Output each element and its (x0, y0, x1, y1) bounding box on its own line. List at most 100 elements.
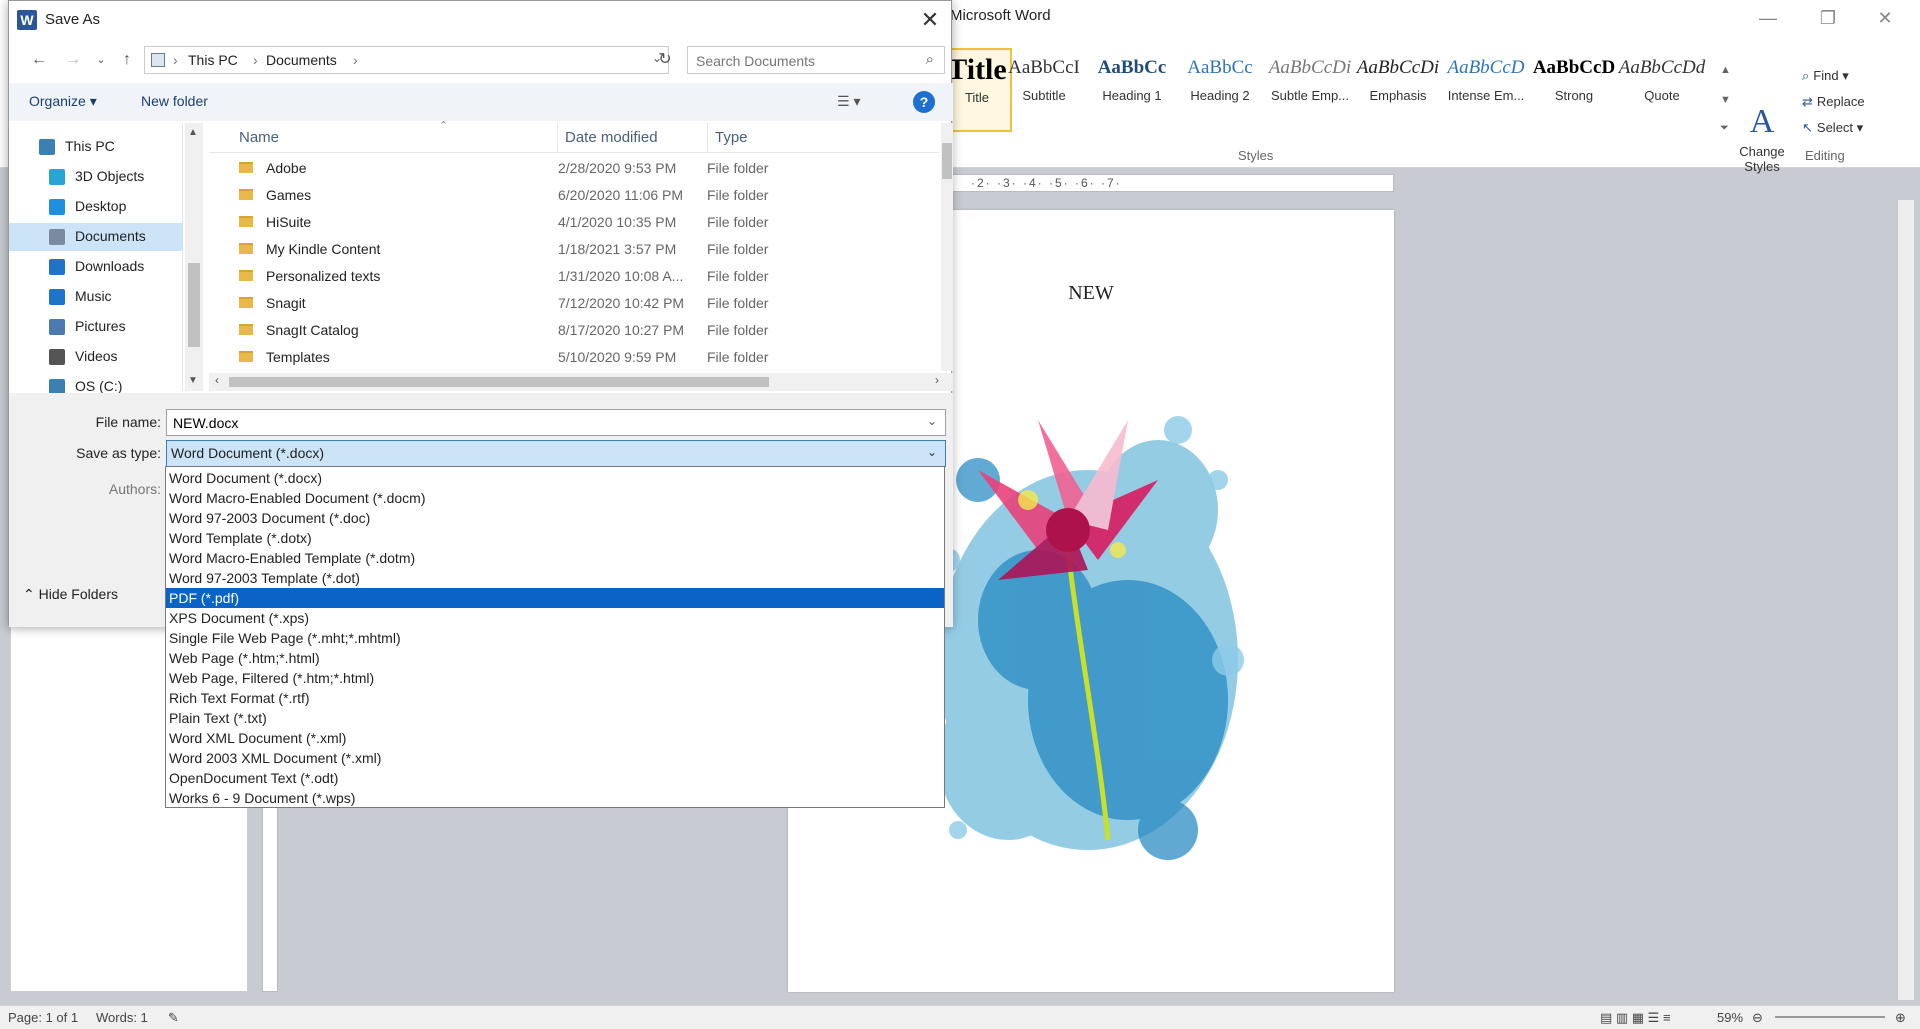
save-type-option[interactable]: Word Macro-Enabled Document (*.docm) (166, 488, 944, 508)
save-as-type-chevron-icon[interactable]: ⌄ (927, 445, 937, 459)
find-button[interactable]: ⌕ Find ▾ (1802, 68, 1849, 84)
gallery-more-icon[interactable]: ⏷ (1720, 122, 1729, 135)
zoom-in-icon[interactable]: ⊕ (1895, 1010, 1906, 1026)
scroll-up-icon[interactable]: ▲ (188, 127, 198, 138)
scroll-right-icon[interactable]: › (935, 373, 939, 387)
breadcrumb-documents[interactable]: Documents (266, 52, 337, 68)
style-subtitle[interactable]: AaBbCcI Subtitle (1000, 48, 1088, 132)
table-row[interactable]: Personalized texts 1/31/2020 10:08 A... Fi… (209, 263, 939, 290)
style-emphasis[interactable]: AaBbCcDi Emphasis (1354, 48, 1442, 132)
file-list-vscrollbar[interactable] (941, 123, 953, 371)
recent-locations-chevron-icon[interactable]: ⌄ (89, 49, 113, 71)
word-close-icon[interactable]: ✕ (1862, 4, 1908, 32)
file-name-input[interactable] (173, 413, 903, 432)
word-count[interactable]: Words: 1 (96, 1010, 148, 1025)
scroll-left-icon[interactable]: ‹ (215, 373, 219, 387)
help-icon[interactable]: ? (913, 91, 935, 113)
save-type-option[interactable]: Works 6 - 9 Document (*.wps) (166, 788, 944, 808)
gallery-scroll-down-icon[interactable]: ▼ (1720, 94, 1731, 106)
breadcrumb-this-pc[interactable]: This PC (188, 52, 238, 68)
table-row[interactable]: Snagit 7/12/2020 10:42 PM File folder (209, 290, 939, 317)
save-type-option[interactable]: XPS Document (*.xps) (166, 608, 944, 628)
file-list-vscroll-thumb[interactable] (942, 143, 952, 179)
select-button[interactable]: ↖ Select ▾ (1802, 120, 1863, 136)
save-type-option[interactable]: Word 2003 XML Document (*.xml) (166, 748, 944, 768)
tree-item-downloads[interactable]: Downloads (9, 253, 183, 281)
hide-folders-button[interactable]: ⌃ Hide Folders (23, 586, 118, 603)
gallery-scroll-up-icon[interactable]: ▲ (1720, 64, 1731, 76)
style-intense-em[interactable]: AaBbCcD Intense Em... (1442, 48, 1530, 132)
save-type-option[interactable]: Word 97-2003 Template (*.dot) (166, 568, 944, 588)
style-heading-1[interactable]: AaBbCc Heading 1 (1088, 48, 1176, 132)
tree-item-music[interactable]: Music (9, 283, 183, 311)
save-type-option[interactable]: Word XML Document (*.xml) (166, 728, 944, 748)
table-row[interactable]: My Kindle Content 1/18/2021 3:57 PM File f… (209, 236, 939, 263)
forward-arrow-icon[interactable]: → (61, 49, 85, 71)
tree-scroll-thumb[interactable] (188, 263, 200, 347)
tree-item-documents[interactable]: Documents (9, 223, 183, 251)
search-icon[interactable]: ⌕ (926, 51, 934, 68)
save-type-option[interactable]: Web Page, Filtered (*.htm;*.html) (166, 668, 944, 688)
table-row[interactable]: Adobe 2/28/2020 9:53 PM File folder (209, 155, 939, 182)
file-name-combobox[interactable]: ⌄ (166, 409, 946, 436)
change-styles-button[interactable]: A Change Styles (1734, 100, 1790, 174)
back-arrow-icon[interactable]: ← (27, 49, 51, 71)
style-subtle-emp[interactable]: AaBbCcDi Subtle Emp... (1266, 48, 1354, 132)
column-date-modified[interactable]: Date modified (565, 129, 658, 146)
table-row[interactable]: HiSuite 4/1/2020 10:35 PM File folder (209, 209, 939, 236)
organize-button[interactable]: Organize ▾ (29, 93, 97, 110)
address-bar[interactable]: › This PC › Documents › ⌄ (144, 46, 669, 74)
file-list-hscrollbar[interactable]: ‹ › (209, 373, 953, 391)
column-name[interactable]: Name (239, 129, 279, 146)
tree-item-3d-objects[interactable]: 3D Objects (9, 163, 183, 191)
search-box[interactable]: ⌕ (687, 46, 945, 74)
save-type-option[interactable]: OpenDocument Text (*.odt) (166, 768, 944, 788)
replace-button[interactable]: ⇄ Replace (1802, 94, 1865, 110)
tree-item-videos[interactable]: Videos (9, 343, 183, 371)
style-strong[interactable]: AaBbCcD Strong (1530, 48, 1618, 132)
style-quote[interactable]: AaBbCcDd Quote (1618, 48, 1706, 132)
table-row[interactable]: SnagIt Catalog 8/17/2020 10:27 PM File fol… (209, 317, 939, 344)
save-type-option[interactable]: Word Document (*.docx) (166, 468, 944, 488)
style-heading-2[interactable]: AaBbCc Heading 2 (1176, 48, 1264, 132)
dialog-close-icon[interactable]: ✕ (913, 5, 947, 37)
view-buttons[interactable]: ▤ ▥ ▦ ☰ ≡ (1600, 1010, 1671, 1026)
save-as-type-dropdown-list: Word Document (*.docx) Word Macro-Enabled… (165, 466, 945, 808)
file-list-hscroll-thumb[interactable] (229, 377, 769, 387)
document-scrollbar[interactable] (1898, 200, 1914, 1000)
save-type-option[interactable]: Single File Web Page (*.mht;*.mhtml) (166, 628, 944, 648)
save-type-option[interactable]: Word 97-2003 Document (*.doc) (166, 508, 944, 528)
scroll-down-icon[interactable]: ▼ (188, 375, 198, 386)
view-options-button[interactable]: ☰ ▾ (837, 93, 860, 110)
save-type-option[interactable]: Rich Text Format (*.rtf) (166, 688, 944, 708)
save-type-option[interactable]: Word Template (*.dotx) (166, 528, 944, 548)
breadcrumb-separator-icon[interactable]: › (353, 52, 358, 68)
save-type-option[interactable]: Web Page (*.htm;*.html) (166, 648, 944, 668)
breadcrumb-separator-icon[interactable]: › (253, 52, 258, 68)
save-type-option[interactable]: PDF (*.pdf) (166, 588, 944, 608)
zoom-level[interactable]: 59% (1717, 1010, 1743, 1025)
column-type[interactable]: Type (715, 129, 748, 146)
breadcrumb-separator-icon[interactable]: › (173, 52, 178, 68)
tree-item-desktop[interactable]: Desktop (9, 193, 183, 221)
horizontal-ruler[interactable]: ·2· ·3· ·4· ·5· ·6· ·7· (950, 174, 1394, 192)
save-as-type-select[interactable]: Word Document (*.docx) ⌄ (166, 440, 946, 467)
tree-item-pictures[interactable]: Pictures (9, 313, 183, 341)
minimize-icon[interactable]: — (1745, 4, 1791, 32)
zoom-out-icon[interactable]: ⊖ (1752, 1010, 1763, 1026)
tree-item-this-pc[interactable]: This PC (9, 133, 183, 161)
refresh-icon[interactable]: ↻ (653, 49, 677, 71)
proofing-icon[interactable]: ✎ (168, 1010, 179, 1026)
file-name-dropdown-chevron-icon[interactable]: ⌄ (927, 414, 937, 428)
new-folder-button[interactable]: New folder (141, 93, 208, 109)
save-type-option[interactable]: Word Macro-Enabled Template (*.dotm) (166, 548, 944, 568)
page-count[interactable]: Page: 1 of 1 (8, 1010, 78, 1025)
tree-scrollbar[interactable]: ▲ ▼ (185, 123, 203, 391)
search-input[interactable] (696, 51, 906, 71)
save-type-option[interactable]: Plain Text (*.txt) (166, 708, 944, 728)
table-row[interactable]: Templates 5/10/2020 9:59 PM File folder (209, 344, 939, 371)
zoom-slider[interactable] (1775, 1016, 1885, 1018)
table-row[interactable]: Games 6/20/2020 11:06 PM File folder (209, 182, 939, 209)
up-arrow-icon[interactable]: ↑ (115, 49, 139, 71)
restore-icon[interactable]: ❐ (1805, 4, 1851, 32)
